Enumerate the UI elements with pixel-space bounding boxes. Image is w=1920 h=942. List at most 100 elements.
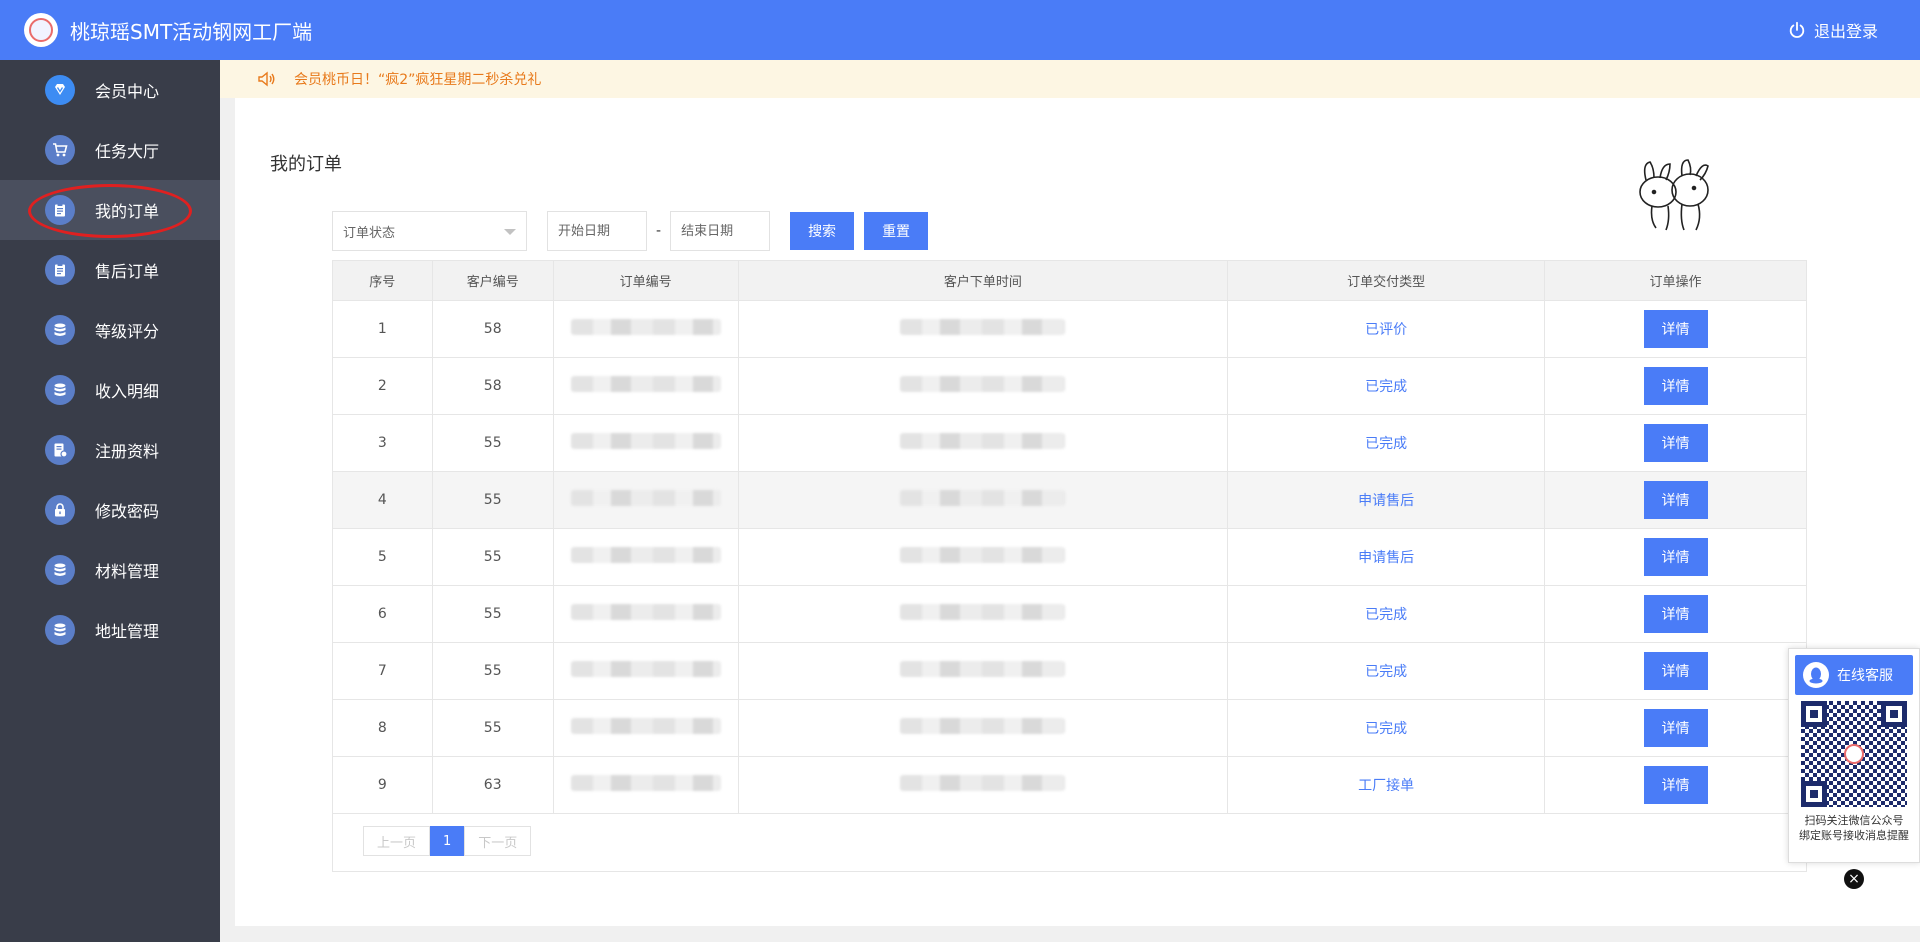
lock-icon (45, 495, 75, 525)
notice-text[interactable]: 会员桃币日！“疯2”疯狂星期二秒杀兑礼 (294, 69, 541, 89)
detail-button[interactable]: 详情 (1643, 366, 1708, 405)
start-date-input[interactable] (547, 211, 647, 251)
detail-button[interactable]: 详情 (1643, 309, 1708, 348)
app-logo (24, 13, 58, 47)
sidebar-item-label: 收入明细 (95, 382, 160, 401)
sidebar-item-4[interactable]: 售后订单 (0, 240, 220, 300)
main-card: 我的订单 订单状态 - 搜索 重置 序号 (235, 98, 1920, 926)
row-order-number (553, 642, 739, 700)
database-icon (45, 555, 75, 585)
row-status: 工厂接单 (1358, 777, 1415, 794)
row-order-time (738, 756, 1229, 814)
column-header-index: 序号 (333, 261, 433, 301)
rabbit-mascot-icon (1639, 159, 1709, 231)
redacted-order-number (570, 660, 721, 677)
detail-button[interactable]: 详情 (1643, 765, 1708, 804)
online-service-button[interactable]: 在线客服 (1795, 655, 1913, 695)
order-status-select[interactable]: 订单状态 (332, 211, 527, 251)
page-1-button[interactable]: 1 (430, 826, 465, 856)
table-row: 6 55 已完成 详情 (333, 585, 1807, 643)
sidebar-item-3[interactable]: 我的订单 (0, 180, 220, 240)
chevron-down-icon (504, 229, 516, 235)
row-order-number (553, 585, 739, 643)
row-order-number (553, 756, 739, 814)
notice-bar: 会员桃币日！“疯2”疯狂星期二秒杀兑礼 (220, 60, 1920, 98)
row-customer-id: 58 (432, 357, 554, 415)
detail-button[interactable]: 详情 (1643, 708, 1708, 747)
redacted-order-number (570, 546, 721, 563)
online-service-label: 在线客服 (1837, 668, 1893, 684)
orders-table: 序号 客户编号 订单编号 客户下单时间 订单交付类型 订单操作 1 58 已评价 详情… (333, 261, 1807, 814)
row-customer-id: 58 (432, 300, 554, 358)
sidebar-item-2[interactable]: 任务大厅 (0, 120, 220, 180)
row-order-time (738, 471, 1229, 529)
sidebar-item-label: 材料管理 (95, 562, 160, 581)
row-order-number (553, 699, 739, 757)
redacted-order-number (570, 774, 721, 791)
sidebar-item-9[interactable]: 材料管理 (0, 540, 220, 600)
orders-table-container: 序号 客户编号 订单编号 客户下单时间 订单交付类型 订单操作 1 58 已评价 详情… (332, 260, 1807, 872)
row-delivery-type: 已完成 (1227, 414, 1546, 472)
detail-button[interactable]: 详情 (1643, 423, 1708, 462)
sidebar-item-6[interactable]: 收入明细 (0, 360, 220, 420)
row-delivery-type: 申请售后 (1227, 471, 1546, 529)
row-order-number (553, 528, 739, 586)
table-row: 7 55 已完成 详情 (333, 642, 1807, 700)
row-status: 申请售后 (1358, 549, 1415, 566)
row-actions: 详情 (1544, 471, 1807, 529)
sidebar-item-5[interactable]: 等级评分 (0, 300, 220, 360)
sidebar-item-1[interactable]: 会员中心 (0, 60, 220, 120)
row-index: 8 (333, 699, 433, 757)
row-order-time (738, 585, 1229, 643)
table-header-row: 序号 客户编号 订单编号 客户下单时间 订单交付类型 订单操作 (333, 261, 1807, 301)
column-header-actions: 订单操作 (1544, 261, 1807, 301)
detail-button[interactable]: 详情 (1643, 651, 1708, 690)
row-customer-id: 55 (432, 585, 554, 643)
row-status: 已完成 (1365, 663, 1408, 680)
redacted-order-time (900, 660, 1066, 677)
column-header-order-time: 客户下单时间 (738, 261, 1229, 301)
row-status: 已完成 (1365, 720, 1408, 737)
end-date-input[interactable] (670, 211, 771, 251)
page-title: 我的订单 (270, 154, 342, 175)
row-actions: 详情 (1544, 585, 1807, 643)
reset-button[interactable]: 重置 (864, 212, 929, 250)
next-page-button[interactable]: 下一页 (464, 826, 532, 856)
row-customer-id: 55 (432, 414, 554, 472)
detail-button[interactable]: 详情 (1643, 537, 1708, 576)
clipboard-icon (45, 255, 75, 285)
row-index: 6 (333, 585, 433, 643)
close-icon[interactable]: × (1844, 869, 1864, 889)
table-row: 3 55 已完成 详情 (333, 414, 1807, 472)
table-row: 1 58 已评价 详情 (333, 300, 1807, 358)
filter-bar: 订单状态 - 搜索 重置 (332, 211, 929, 251)
clipboard-icon (45, 195, 75, 225)
detail-button[interactable]: 详情 (1643, 594, 1708, 633)
sidebar-item-7[interactable]: 注册资料 (0, 420, 220, 480)
prev-page-button[interactable]: 上一页 (363, 826, 431, 856)
row-order-time (738, 357, 1229, 415)
row-index: 4 (333, 471, 433, 529)
sidebar-item-label: 售后订单 (95, 262, 160, 281)
search-button[interactable]: 搜索 (790, 212, 855, 250)
logout-label: 退出登录 (1813, 22, 1878, 41)
redacted-order-number (570, 375, 721, 392)
sidebar-item-label: 注册资料 (95, 442, 160, 461)
sidebar-item-8[interactable]: 修改密码 (0, 480, 220, 540)
sidebar-item-label: 修改密码 (95, 502, 160, 521)
row-order-time (738, 414, 1229, 472)
column-header-customer-id: 客户编号 (432, 261, 554, 301)
sidebar-item-10[interactable]: 地址管理 (0, 600, 220, 660)
detail-button[interactable]: 详情 (1643, 480, 1708, 519)
row-index: 9 (333, 756, 433, 814)
row-order-time (738, 642, 1229, 700)
logout-button[interactable]: 退出登录 (1788, 18, 1878, 42)
database-icon (45, 375, 75, 405)
row-customer-id: 55 (432, 528, 554, 586)
table-row: 4 55 申请售后 详情 (333, 471, 1807, 529)
row-delivery-type: 已完成 (1227, 699, 1546, 757)
power-icon (1789, 21, 1805, 38)
redacted-order-time (900, 546, 1066, 563)
sidebar-item-label: 等级评分 (95, 322, 160, 341)
sidebar-item-label: 任务大厅 (95, 142, 160, 161)
